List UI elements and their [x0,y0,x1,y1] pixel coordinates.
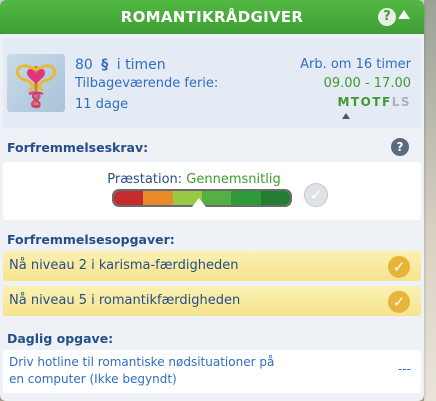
performance-value: Gennemsnitlig [186,172,281,187]
day-friday: F [381,95,392,109]
day-sunday: S [400,95,411,109]
career-title: ROMANTIKRÅDGIVER [120,8,304,26]
day-thursday: T [372,95,382,109]
day-saturday: L [391,95,401,109]
day-monday: M [337,95,351,109]
vacation-days: 11 dage [75,97,129,112]
meter-segment [143,191,173,205]
task-text: Nå niveau 5 i romantikfærdigheden [9,293,241,308]
promotion-tasks-heading: Forfremmelsesopgaver: [7,232,175,247]
task-text: Nå niveau 2 i karisma-færdigheden [9,258,239,273]
daily-task-text-line2: en computer (Ikke begyndt) [9,372,177,386]
meter-segment [201,191,232,205]
current-day-marker-icon [342,113,350,119]
work-days: MTOTFLS [337,95,411,109]
career-info: 80 § i timen Tilbageværende ferie: 11 da… [3,38,421,128]
requirements-help-icon[interactable]: ? [391,138,409,156]
task-item: Nå niveau 2 i karisma-færdigheden ✓ [3,251,421,281]
heart-caduceus-icon [7,54,65,112]
day-wednesday: O [360,95,373,109]
checkmark-icon: ✓ [387,255,411,279]
day-tuesday: T [350,95,361,109]
performance-line: Præstation: Gennemsnitlig [3,172,385,187]
career-panel: ROMANTIKRÅDGIVER ? 80 § i timen Tilbagev… [0,0,424,401]
pay-rate: 80 § i timen [75,57,166,73]
meter-segment [260,191,290,205]
meter-segment [114,191,144,205]
meter-segment [231,191,261,205]
performance-marker-icon [192,198,206,207]
next-work-label: Arb. om 16 timer [300,57,411,72]
vacation-label: Tilbageværende ferie: [75,76,219,91]
pay-unit: i timen [116,57,166,73]
daily-task-box[interactable]: Driv hotline til romantiske nødsituation… [3,350,421,393]
simoleon-icon: § [101,57,109,73]
daily-task-text-line1: Driv hotline til romantiske nødsituation… [9,355,275,369]
task-item: Nå niveau 5 i romantikfærdigheden ✓ [3,286,421,316]
pay-amount: 80 [75,57,93,73]
help-icon[interactable]: ? [378,8,396,26]
background-scene [424,0,436,401]
checkmark-icon: ✓ [304,183,328,207]
daily-task-heading: Daglig opgave: [7,331,114,346]
promotion-requirements-heading: Forfremmelseskrav: [7,140,149,155]
work-hours: 09.00 - 17.00 [323,76,411,91]
daily-task-progress: --- [398,362,411,376]
collapse-arrow-icon[interactable] [398,10,410,19]
checkmark-icon: ✓ [387,290,411,314]
performance-label: Præstation: [107,172,183,187]
